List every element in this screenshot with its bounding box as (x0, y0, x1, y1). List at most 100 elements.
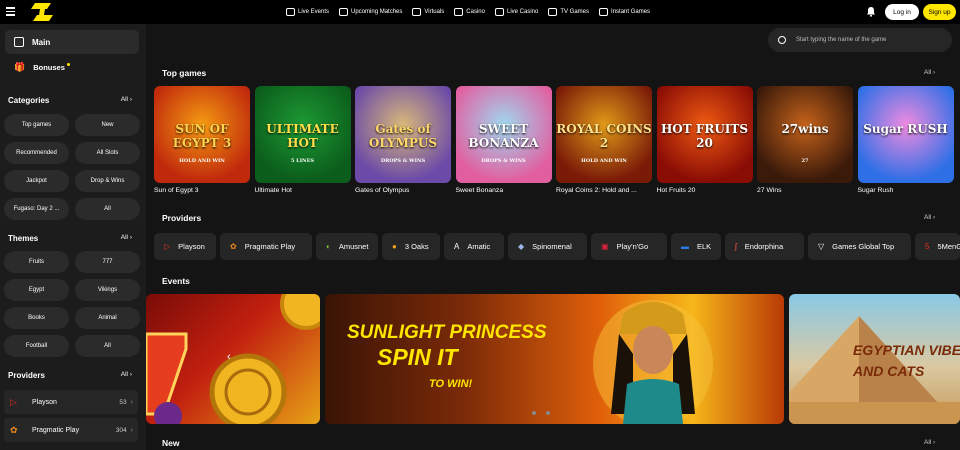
chip-fugaso-day-2-[interactable]: Fugaso: Day 2 ... (4, 198, 69, 220)
login-button[interactable]: Log in (885, 4, 919, 20)
provider-logo-icon: A (454, 242, 460, 251)
provider-logo-icon: ◐ (326, 242, 331, 251)
game-card[interactable]: SUN OF EGYPT 3 HOLD AND WIN (154, 86, 250, 183)
sidebar-provider-pragmatic-play[interactable]: ✿ Pragmatic Play 304 › (4, 418, 138, 442)
game-name[interactable]: Sun of Egypt 3 (154, 187, 199, 194)
provider-pill-games-global-top[interactable]: ▽ Games Global Top (808, 233, 911, 260)
logo[interactable] (31, 2, 53, 22)
nav-item-live-events[interactable]: Live Events (286, 8, 329, 16)
game-card[interactable]: ULTIMATE HOT 5 LINES (254, 86, 351, 183)
provider-name: ELK (697, 242, 712, 251)
nav-item-virtuals[interactable]: Virtuals (412, 8, 444, 16)
top-bar: Live Events Upcoming Matches Virtuals Casin… (0, 0, 960, 24)
nav-item-live-casino[interactable]: Live Casino (494, 8, 539, 16)
categories-all-link[interactable]: All › (121, 96, 132, 105)
game-card[interactable]: Gates of OLYMPUS DROPS & WINS (355, 86, 451, 183)
nav-item-instant-games[interactable]: Instant Games (599, 8, 650, 16)
chip-777[interactable]: 777 (75, 251, 140, 273)
themes-header: Themes All › (8, 234, 132, 243)
game-name[interactable]: Ultimate Hot (255, 187, 292, 194)
provider-name: Endorphina (744, 242, 784, 251)
chip-fruits[interactable]: Fruits (4, 251, 69, 273)
chip-recommended[interactable]: Recommended (4, 142, 69, 164)
chip-drop-wins[interactable]: Drop & Wins (75, 170, 140, 192)
provider-name: Pragmatic Play (32, 426, 80, 434)
game-name[interactable]: 27 Wins (757, 187, 782, 194)
provider-name: 5MenGames (937, 242, 960, 251)
nav-item-label: Upcoming Matches (351, 9, 403, 15)
chip-football[interactable]: Football (4, 335, 69, 357)
nav-item-tv-games[interactable]: TV Games (548, 8, 589, 16)
chip-books[interactable]: Books (4, 307, 69, 329)
chip-vikings[interactable]: Vikings (75, 279, 140, 301)
game-card[interactable]: HOT FRUITS 20 (656, 86, 753, 183)
provider-pill-elk[interactable]: ▬ ELK (671, 233, 721, 260)
event-banner-right[interactable]: EGYPTIAN VIBE AND CATS (789, 294, 960, 424)
provider-pill-playson[interactable]: ▷ Playson (154, 233, 216, 260)
provider-pill-amusnet[interactable]: ◐ Amusnet (316, 233, 378, 260)
game-card[interactable]: Sugar RUSH (857, 86, 954, 183)
provider-pill-endorphina[interactable]: ʃ Endorphina (725, 233, 804, 260)
chip-top-games[interactable]: Top games (4, 114, 69, 136)
game-art-title: Sugar RUSH (863, 122, 948, 136)
provider-pill-pragmatic-play[interactable]: ✿ Pragmatic Play (220, 233, 312, 260)
providers-sidebar-header: Providers All › (8, 371, 132, 380)
game-name[interactable]: Royal Coins 2: Hold and ... (556, 187, 637, 194)
provider-pill-play-n-go[interactable]: ▣ Play'n'Go (591, 233, 667, 260)
events-title: Events (162, 276, 190, 286)
sidebar-item-main[interactable]: Main (5, 30, 139, 54)
sidebar-provider-playson[interactable]: ▷ Playson 53 › (4, 390, 138, 414)
chip-all[interactable]: All (75, 335, 140, 357)
game-card[interactable]: 27wins 27 (757, 86, 853, 183)
chip-new[interactable]: New (75, 114, 140, 136)
search-input[interactable]: Start typing the name of the game (768, 28, 952, 52)
tv-icon (548, 8, 558, 16)
chip-all[interactable]: All (75, 198, 140, 220)
game-name[interactable]: Gates of Olympus (355, 187, 409, 194)
game-name[interactable]: Hot Fruits 20 (657, 187, 696, 194)
menu-icon[interactable] (6, 7, 15, 16)
providers-all-link[interactable]: All › (924, 214, 935, 221)
game-name[interactable]: Sugar Rush (858, 187, 894, 194)
provider-logo-icon: ✿ (230, 242, 237, 251)
chip-egypt[interactable]: Egypt (4, 279, 69, 301)
bell-icon[interactable] (866, 6, 876, 17)
top-games-all-link[interactable]: All › (924, 69, 935, 76)
chip-all-slots[interactable]: All Slots (75, 142, 140, 164)
chip-jackpot[interactable]: Jackpot (4, 170, 69, 192)
signup-button[interactable]: Sign up (923, 4, 956, 20)
nav-item-label: Live Casino (506, 9, 539, 15)
provider-pill-amatic[interactable]: A Amatic (444, 233, 504, 260)
game-art-subtitle: HOLD AND WIN (179, 158, 225, 164)
carousel-dot[interactable] (532, 411, 536, 415)
game-art-subtitle: HOLD AND WIN (581, 158, 627, 164)
nav-item-upcoming-matches[interactable]: Upcoming Matches (339, 8, 402, 16)
providers-sidebar-all-link[interactable]: All › (121, 371, 132, 380)
notification-dot (66, 63, 70, 66)
provider-logo-icon: ▣ (601, 242, 609, 251)
provider-pill-3-oaks[interactable]: ● 3 Oaks (382, 233, 440, 260)
top-games-title: Top games (162, 68, 207, 78)
nav-item-casino[interactable]: Casino (454, 8, 485, 16)
game-art-title: SUN OF EGYPT 3 (172, 122, 232, 150)
new-title: New (162, 438, 180, 448)
main-nav: Live Events Upcoming Matches Virtuals Casin… (286, 0, 650, 24)
game-art-title: ROYAL COINS 2 (556, 122, 652, 150)
event-banner-main[interactable]: SUNLIGHT PRINCESS SPIN IT TO WIN! (325, 294, 784, 424)
banner-subheadline: SPIN IT (377, 344, 458, 370)
game-art-subtitle: DROPS & WINS (380, 158, 426, 164)
themes-all-link[interactable]: All › (121, 234, 132, 243)
carousel-dot[interactable] (546, 411, 550, 415)
provider-pill-5mengames[interactable]: 5 5MenGames (915, 233, 960, 260)
game-art-title: 27wins (781, 122, 829, 136)
sidebar-item-bonuses[interactable]: 🎁 Bonuses (14, 62, 70, 73)
game-card[interactable]: ROYAL COINS 2 HOLD AND WIN (556, 86, 652, 183)
game-art-subtitle: 27 (801, 158, 809, 164)
carousel-prev-arrow[interactable]: ‹ (227, 351, 231, 363)
chip-animal[interactable]: Animal (75, 307, 140, 329)
game-name[interactable]: Sweet Bonanza (456, 187, 504, 194)
game-card[interactable]: SWEET BONANZA DROPS & WINS (455, 86, 552, 183)
new-all-link[interactable]: All › (924, 439, 935, 446)
provider-pill-spinomenal[interactable]: ◆ Spinomenal (508, 233, 587, 260)
event-banner-left[interactable] (146, 294, 320, 424)
